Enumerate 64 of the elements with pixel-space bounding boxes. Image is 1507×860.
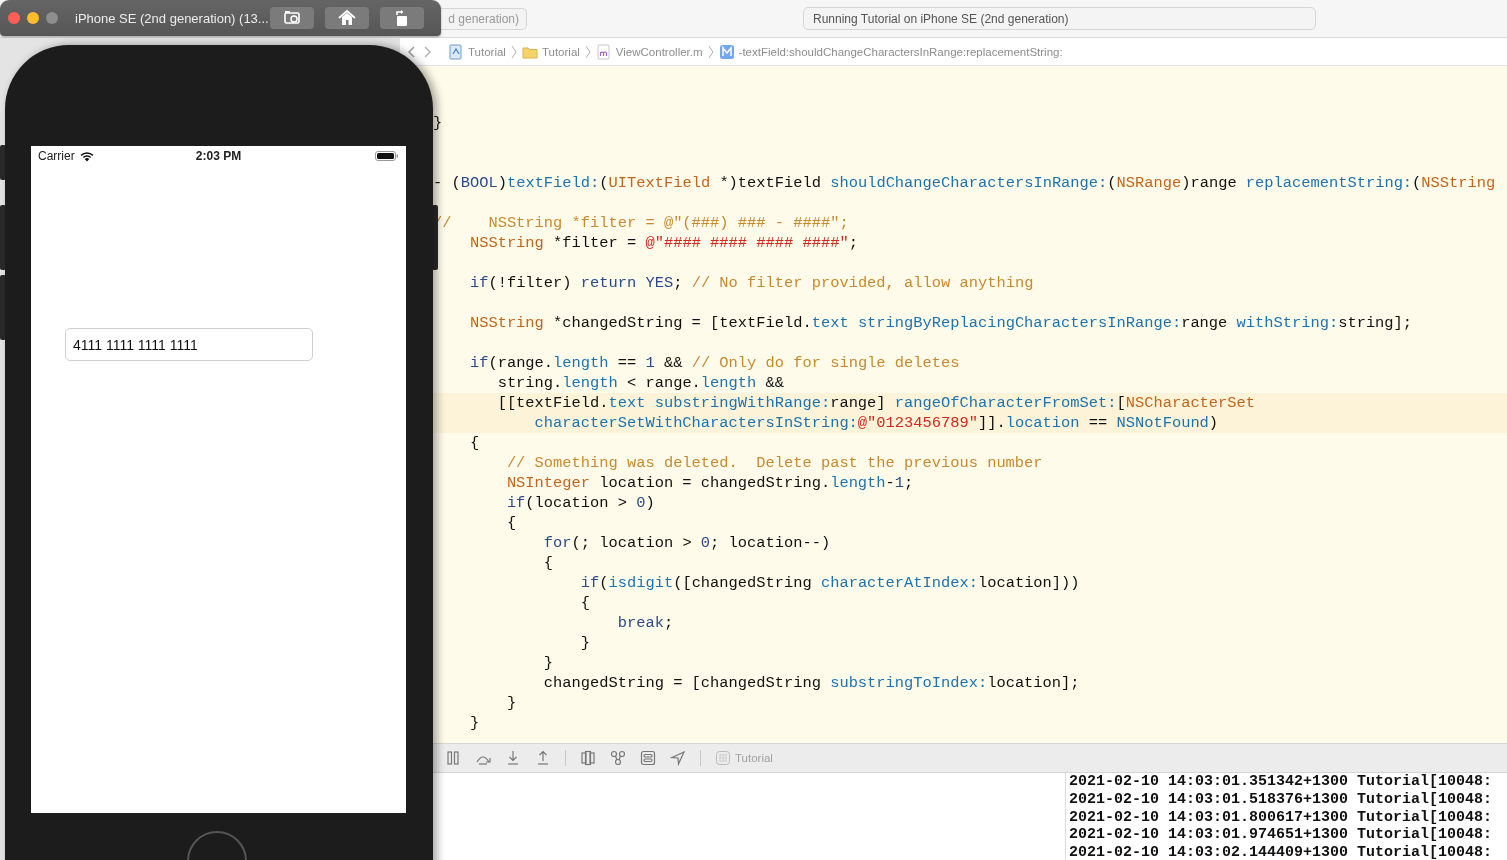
screenshot-button[interactable] <box>270 7 314 29</box>
app-icon <box>715 750 731 766</box>
battery-icon <box>375 150 399 162</box>
window-title: iPhone SE (2nd generation) (13... <box>75 10 270 26</box>
camera-icon <box>282 9 302 27</box>
source-file-icon <box>595 43 612 60</box>
code-line: { <box>505 513 518 533</box>
clock-time: 2:03 PM <box>195 149 242 163</box>
nodes-icon[interactable] <box>610 750 626 766</box>
scheme-selector[interactable]: d generation) <box>441 7 527 30</box>
code-line: { <box>542 553 555 573</box>
sliders-icon[interactable] <box>640 750 656 766</box>
card-number-field[interactable]: 4111 1111 1111 1111 <box>65 328 313 361</box>
code-line: } <box>579 633 591 653</box>
back-icon[interactable] <box>407 44 417 59</box>
breadcrumb[interactable]: Tutorial <box>521 43 580 60</box>
home-icon <box>337 9 357 27</box>
document-icon <box>448 43 464 60</box>
step-out-icon[interactable] <box>535 750 551 766</box>
activity-status: Running Tutorial on iPhone SE (2nd generation) <box>803 7 1316 30</box>
carrier-label: Carrier <box>38 149 75 163</box>
home-button[interactable] <box>325 7 369 29</box>
code-line: } <box>468 713 481 733</box>
location-icon[interactable] <box>670 750 686 766</box>
method-icon <box>718 43 735 60</box>
chevron-icon <box>584 44 591 59</box>
pause-icon[interactable] <box>445 750 461 766</box>
rotate-button[interactable] <box>380 7 424 29</box>
zoom-button[interactable] <box>46 12 58 24</box>
code-line: } <box>432 113 444 133</box>
debug-target[interactable]: Tutorial <box>715 750 773 766</box>
console-line: 2021-02-10 14:03:02.144409+1300 Tutorial[10048: <box>1069 844 1494 860</box>
code-line: NSInteger location = changedString.length-1; <box>505 473 915 493</box>
code-line: changedString = [changedString substringToIndex:location]; <box>542 673 1081 693</box>
code-line: NSString *changedString = [textField.text stringByReplacingCharactersInRange:range withString:string]; <box>468 313 1414 333</box>
console-line: 2021-02-10 14:03:01.974651+1300 Tutorial[10048: <box>1069 826 1494 845</box>
code-line: for(; location > 0; location--) <box>542 533 832 553</box>
code-line: { <box>468 433 481 453</box>
console-line: 2021-02-10 14:03:01.518376+1300 Tutorial[10048: <box>1069 790 1494 809</box>
code-line: break; <box>616 613 675 633</box>
chevron-icon <box>510 44 517 59</box>
chevron-icon <box>707 44 714 59</box>
code-line: string.length < range.length && <box>496 373 785 393</box>
console-line: 2021-02-10 14:03:01.351342+1300 Tutorial[10048: <box>1069 773 1494 791</box>
minimize-button[interactable] <box>27 12 39 24</box>
breadcrumb[interactable]: Tutorial <box>448 43 506 60</box>
close-button[interactable] <box>8 12 20 24</box>
code-line: { <box>579 593 591 613</box>
forward-icon[interactable] <box>422 44 432 59</box>
code-line: // Something was deleted. Delete past the previous number <box>505 453 1044 473</box>
code-line: if(range.length == 1 && // Only do for single deletes <box>468 353 961 373</box>
breadcrumb[interactable]: ViewController.m <box>595 43 703 60</box>
code-line: } <box>505 693 518 713</box>
step-into-icon[interactable] <box>505 750 521 766</box>
console-line: 2021-02-10 14:03:01.800617+1300 Tutorial[10048: <box>1069 808 1494 827</box>
code-line: if(!filter) return YES; // No filter provided, allow anything <box>468 273 1035 293</box>
code-line: } <box>542 653 555 673</box>
code-line: if(isdigit([changedString characterAtIndex:location])) <box>579 573 1081 593</box>
layers-icon[interactable] <box>580 750 596 766</box>
code-line: if(location > 0) <box>505 493 656 513</box>
code-line: NSString *filter = @"#### #### #### ####"; <box>468 233 859 253</box>
code-line: - (BOOL)textField:(UITextField *)textField shouldChangeCharactersInRange:(NSRange)range replacementString:(NSString <box>432 173 1497 193</box>
wifi-icon <box>78 150 95 162</box>
breadcrumb[interactable]: -textField:shouldChangeCharactersInRange:replacementString: <box>718 43 1063 60</box>
